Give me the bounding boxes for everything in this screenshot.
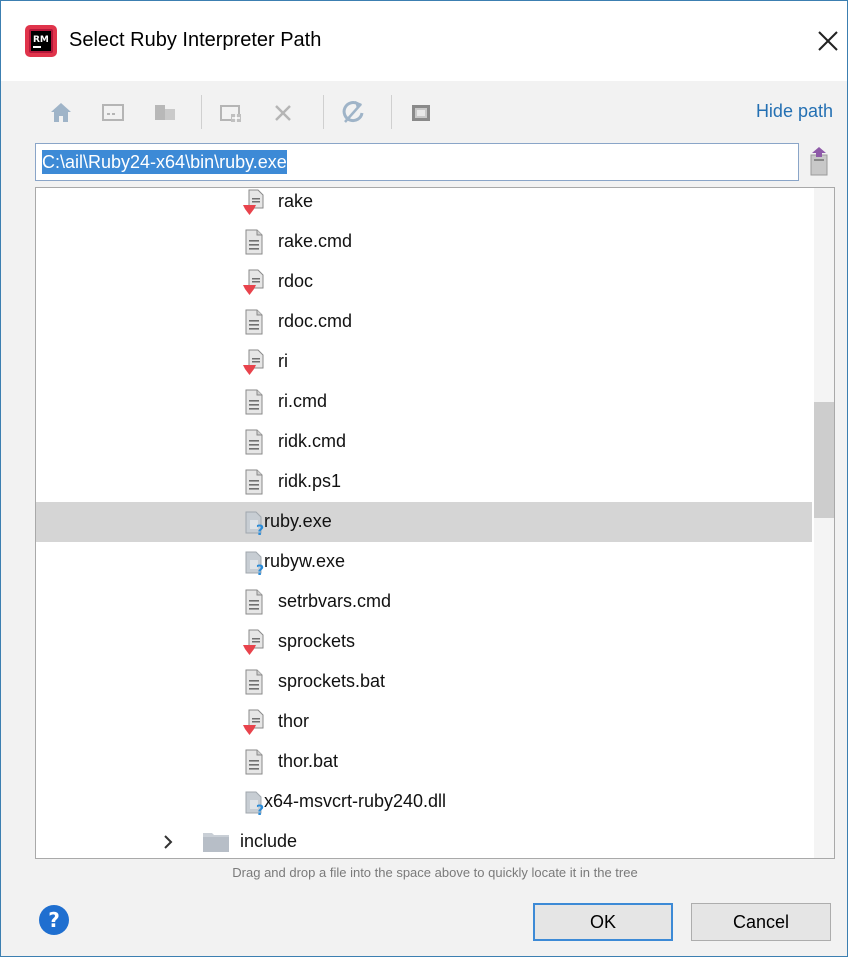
tree-row-label: ri: [278, 351, 288, 371]
hide-path-link[interactable]: Hide path: [756, 101, 833, 122]
project-icon[interactable]: [149, 95, 181, 129]
text-file-icon: [242, 228, 266, 256]
text-file-icon: [242, 308, 266, 336]
dialog-title: Select Ruby Interpreter Path: [69, 29, 322, 51]
tree-row[interactable]: sprockets: [36, 622, 812, 662]
tree-row-label: ruby.exe: [264, 511, 332, 531]
folder-icon: [202, 830, 230, 854]
desktop-icon[interactable]: [97, 95, 129, 129]
unknown-file-icon: ?: [242, 508, 266, 539]
ruby-script-icon: [242, 268, 266, 296]
tree-row-label: ridk.cmd: [278, 431, 347, 451]
tree-row-label: rake.cmd: [278, 231, 353, 251]
ok-button[interactable]: OK: [533, 903, 673, 941]
tree-row-label: ri.cmd: [278, 391, 327, 411]
tree-folder-label: include: [240, 831, 298, 851]
refresh-icon[interactable]: [337, 95, 369, 129]
close-icon[interactable]: [813, 23, 843, 57]
tree-row[interactable]: thor.bat: [36, 742, 812, 782]
tree-row[interactable]: ridk.cmd: [36, 422, 812, 462]
delete-icon[interactable]: [267, 95, 299, 129]
rubymine-app-icon: RM: [25, 25, 57, 57]
select-interpreter-dialog: RM Select Ruby Interpreter Path Hide pat…: [0, 0, 848, 957]
toolbar-separator: [323, 95, 324, 129]
tree-row-label: sprockets.bat: [278, 671, 386, 691]
chevron-right-icon[interactable]: [160, 834, 176, 850]
tree-row[interactable]: setrbvars.cmd: [36, 582, 812, 622]
tree-folder-include[interactable]: include: [36, 822, 812, 858]
svg-text:RM: RM: [33, 35, 49, 45]
ruby-script-icon: [242, 348, 266, 376]
path-value: C:\ail\Ruby24-x64\bin\ruby.exe: [42, 150, 287, 174]
text-file-icon: [242, 388, 266, 416]
svg-text:?: ?: [256, 523, 264, 536]
ruby-script-icon: [242, 628, 266, 656]
text-file-icon: [242, 668, 266, 696]
tree-row-label: thor.bat: [278, 751, 339, 771]
tree-row[interactable]: rake: [36, 188, 812, 222]
cancel-button[interactable]: Cancel: [691, 903, 831, 941]
tree-row[interactable]: rake.cmd: [36, 222, 812, 262]
text-file-icon: [242, 588, 266, 616]
drag-drop-hint: Drag and drop a file into the space abov…: [232, 865, 638, 880]
unknown-file-icon: ?: [242, 548, 266, 579]
text-file-icon: [242, 748, 266, 776]
tree-row[interactable]: ridk.ps1: [36, 462, 812, 502]
tree-row[interactable]: ? x64-msvcrt-ruby240.dll: [36, 782, 812, 822]
tree-row-label: rdoc: [278, 271, 314, 291]
tree-row[interactable]: thor: [36, 702, 812, 742]
toolbar-separator: [201, 95, 202, 129]
tree-row[interactable]: rdoc: [36, 262, 812, 302]
tree-row[interactable]: ri: [36, 342, 812, 382]
unknown-file-icon: ?: [242, 788, 266, 819]
ruby-script-icon: [242, 188, 266, 216]
tree-row[interactable]: sprockets.bat: [36, 662, 812, 702]
svg-text:?: ?: [256, 563, 264, 576]
tree-row-label: rdoc.cmd: [278, 311, 353, 331]
toolbar-separator: [391, 95, 392, 129]
show-hidden-icon[interactable]: [405, 95, 437, 129]
tree-row[interactable]: ri.cmd: [36, 382, 812, 422]
help-icon[interactable]: ?: [39, 905, 69, 935]
scrollbar-track[interactable]: [814, 188, 834, 858]
tree-row[interactable]: rdoc.cmd: [36, 302, 812, 342]
tree-row-label: setrbvars.cmd: [278, 591, 392, 611]
path-history-icon[interactable]: [807, 145, 833, 179]
tree-row[interactable]: ? ruby.exe: [36, 502, 812, 542]
tree-row-label: ridk.ps1: [278, 471, 342, 491]
tree-row-label: rubyw.exe: [264, 551, 346, 571]
scrollbar-thumb[interactable]: [814, 402, 834, 518]
tree-row-label: sprockets: [278, 631, 356, 651]
tree-row-label: rake: [278, 191, 314, 211]
tree-row-label: thor: [278, 711, 310, 731]
text-file-icon: [242, 428, 266, 456]
path-input[interactable]: C:\ail\Ruby24-x64\bin\ruby.exe: [35, 143, 799, 181]
home-icon[interactable]: [45, 95, 77, 129]
text-file-icon: [242, 468, 266, 496]
tree-row-label: x64-msvcrt-ruby240.dll: [264, 791, 447, 811]
ruby-script-icon: [242, 708, 266, 736]
svg-text:?: ?: [256, 803, 264, 816]
file-tree[interactable]: ? x64-msvcrt-ruby240.dll thor.bat thor sproc…: [35, 187, 835, 859]
tree-row[interactable]: ? rubyw.exe: [36, 542, 812, 582]
title-bar: RM Select Ruby Interpreter Path: [1, 1, 847, 81]
new-folder-icon[interactable]: [215, 95, 247, 129]
